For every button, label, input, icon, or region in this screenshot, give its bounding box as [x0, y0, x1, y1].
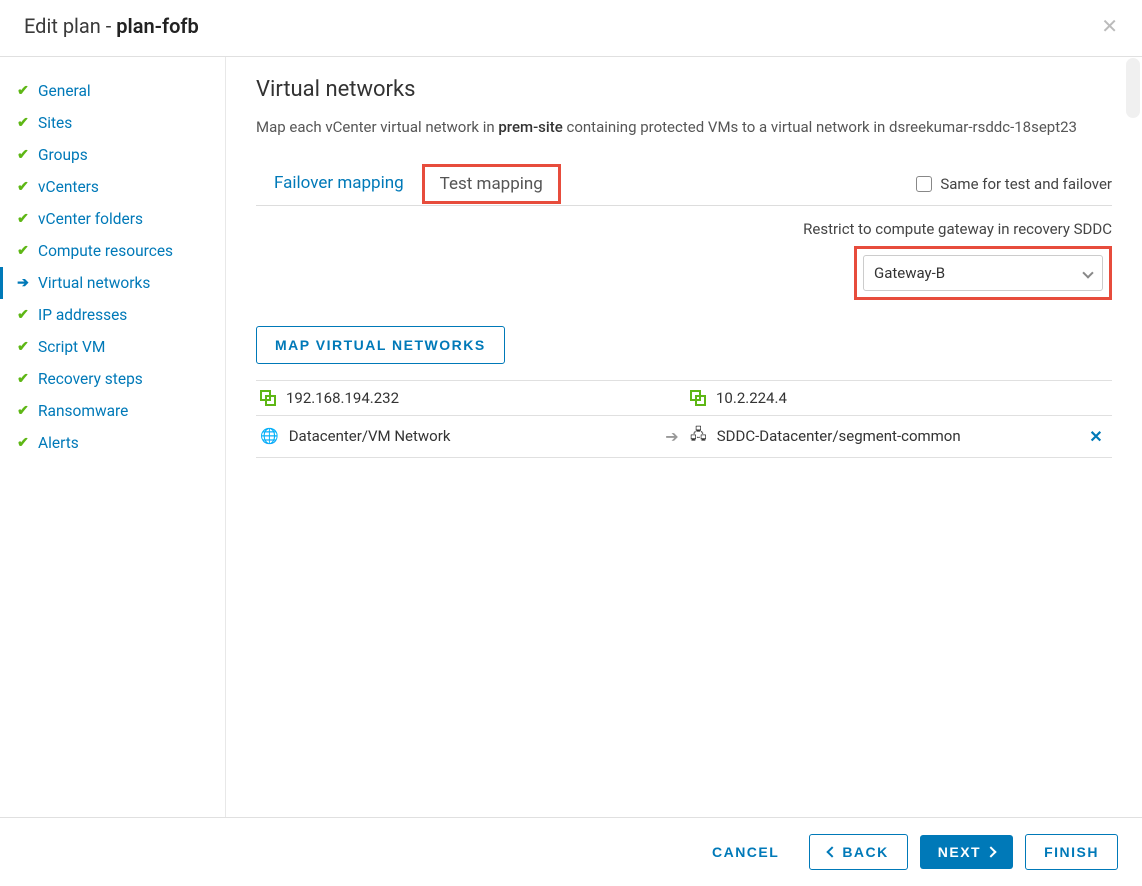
check-icon: ✔: [16, 211, 30, 227]
sidebar-item-label: Sites: [38, 114, 72, 132]
sidebar-item-label: Alerts: [38, 434, 79, 452]
sidebar-item-label: vCenter folders: [38, 210, 143, 228]
sidebar-item-groups[interactable]: ✔ Groups: [0, 139, 225, 171]
checkbox-label: Same for test and failover: [940, 175, 1112, 193]
chevron-down-icon: [1082, 267, 1093, 278]
gateway-highlight-box: Gateway-B: [854, 246, 1112, 300]
wizard-footer: CANCEL BACK NEXT FINISH: [0, 817, 1142, 886]
table-row: 🌐 Datacenter/VM Network ➔ 🖧 SDDC-Datacen…: [256, 416, 1112, 458]
network-mapping-table: 192.168.194.232 10.2.224.4 🌐 Datacenter/…: [256, 380, 1112, 458]
sidebar-item-label: Recovery steps: [38, 370, 143, 388]
sidebar-item-vcenter-folders[interactable]: ✔ vCenter folders: [0, 203, 225, 235]
next-button[interactable]: NEXT: [920, 835, 1013, 869]
sidebar-item-label: vCenters: [38, 178, 99, 196]
check-icon: ✔: [16, 147, 30, 163]
check-icon: ✔: [16, 83, 30, 99]
sidebar-item-label: Groups: [38, 146, 88, 164]
sidebar-item-script-vm[interactable]: ✔ Script VM: [0, 331, 225, 363]
network-globe-icon: 🌐: [260, 427, 279, 445]
sidebar-item-general[interactable]: ✔ General: [0, 75, 225, 107]
sidebar-item-ip-addresses[interactable]: ✔ IP addresses: [0, 299, 225, 331]
tab-failover-mapping[interactable]: Failover mapping: [256, 163, 422, 205]
check-icon: ✔: [16, 243, 30, 259]
sidebar-item-recovery-steps[interactable]: ✔ Recovery steps: [0, 363, 225, 395]
scrollbar[interactable]: [1126, 58, 1140, 118]
check-icon: ✔: [16, 339, 30, 355]
sidebar-item-vcenters[interactable]: ✔ vCenters: [0, 171, 225, 203]
sidebar-item-virtual-networks[interactable]: ➔ Virtual networks: [0, 267, 225, 299]
finish-button[interactable]: FINISH: [1025, 834, 1118, 870]
check-icon: ✔: [16, 115, 30, 131]
table-header-row: 192.168.194.232 10.2.224.4: [256, 380, 1112, 416]
target-network: SDDC-Datacenter/segment-common: [717, 427, 961, 445]
checkbox-icon[interactable]: [916, 176, 932, 192]
vcenter-icon: [690, 390, 706, 406]
back-button[interactable]: BACK: [809, 834, 907, 870]
arrow-right-icon: ➔: [654, 427, 690, 446]
chevron-right-icon: [985, 846, 996, 857]
dialog-header: Edit plan - plan-fofb ✕: [0, 0, 1142, 57]
main-panel: Virtual networks Map each vCenter virtua…: [226, 57, 1142, 818]
sidebar-item-label: General: [38, 82, 91, 100]
check-icon: ✔: [16, 403, 30, 419]
sidebar-item-alerts[interactable]: ✔ Alerts: [0, 427, 225, 459]
same-for-test-failover-control[interactable]: Same for test and failover: [916, 175, 1112, 193]
map-virtual-networks-button[interactable]: MAP VIRTUAL NETWORKS: [256, 326, 505, 364]
title-prefix: Edit plan -: [24, 14, 116, 38]
back-label: BACK: [842, 844, 888, 860]
section-title: Virtual networks: [256, 77, 1112, 102]
wizard-sidebar: ✔ General ✔ Sites ✔ Groups ✔ vCenters ✔ …: [0, 57, 226, 818]
next-label: NEXT: [938, 844, 981, 860]
source-network: Datacenter/VM Network: [289, 427, 451, 445]
sidebar-item-sites[interactable]: ✔ Sites: [0, 107, 225, 139]
restrict-label: Restrict to compute gateway in recovery …: [256, 220, 1112, 238]
check-icon: ✔: [16, 307, 30, 323]
sidebar-item-compute-resources[interactable]: ✔ Compute resources: [0, 235, 225, 267]
remove-mapping-icon[interactable]: ✕: [1084, 427, 1108, 446]
arrow-right-icon: ➔: [16, 275, 30, 291]
sidebar-item-label: IP addresses: [38, 306, 127, 324]
sidebar-item-label: Virtual networks: [38, 274, 150, 292]
vcenter-icon: [260, 390, 276, 406]
close-icon[interactable]: ✕: [1101, 16, 1118, 36]
sidebar-item-label: Compute resources: [38, 242, 173, 260]
network-segment-icon: 🖧: [690, 424, 707, 449]
gateway-select[interactable]: Gateway-B: [863, 255, 1103, 291]
table-header-left: 192.168.194.232: [286, 389, 399, 407]
chevron-left-icon: [827, 846, 838, 857]
table-header-right: 10.2.224.4: [716, 389, 787, 407]
plan-name: plan-fofb: [116, 14, 198, 38]
tab-test-mapping[interactable]: Test mapping: [422, 164, 561, 204]
sidebar-item-label: Ransomware: [38, 402, 128, 420]
section-description: Map each vCenter virtual network in prem…: [256, 116, 1112, 139]
tab-row: Failover mapping Test mapping Same for t…: [256, 163, 1112, 206]
gateway-selected-value: Gateway-B: [874, 264, 945, 282]
sidebar-item-label: Script VM: [38, 338, 105, 356]
check-icon: ✔: [16, 435, 30, 451]
dialog-title: Edit plan - plan-fofb: [24, 14, 199, 38]
sidebar-item-ransomware[interactable]: ✔ Ransomware: [0, 395, 225, 427]
check-icon: ✔: [16, 179, 30, 195]
check-icon: ✔: [16, 371, 30, 387]
cancel-button[interactable]: CANCEL: [694, 835, 797, 869]
